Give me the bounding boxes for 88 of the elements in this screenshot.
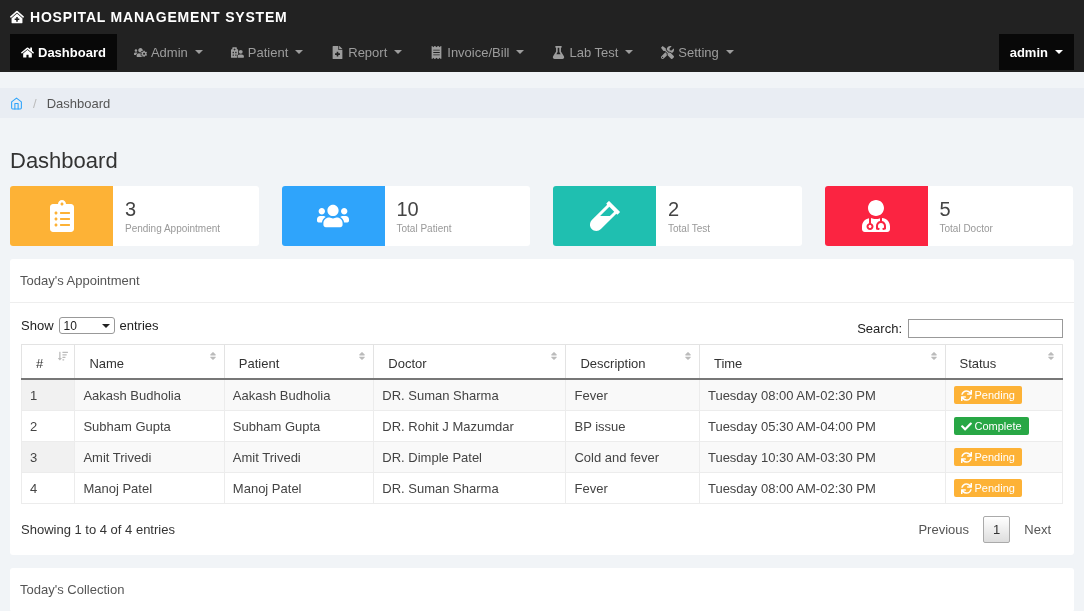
status-badge: Pending — [953, 479, 1022, 497]
nav-item[interactable]: Admin — [122, 34, 214, 70]
caret-icon — [295, 50, 304, 54]
panel-title: Today's Appointment — [10, 259, 1074, 303]
panel-title: Today's Collection — [10, 568, 1074, 611]
hospital-home-icon — [10, 10, 24, 24]
page-title: Dashboard — [10, 148, 119, 174]
table-cell: Fever — [566, 379, 700, 411]
user-menu[interactable]: admin — [998, 34, 1074, 70]
home-icon[interactable] — [10, 96, 23, 110]
table-info: Showing 1 to 4 of 4 entries — [21, 522, 175, 537]
stat-label: Total Test — [668, 223, 711, 234]
stat-label: Total Doctor — [939, 223, 993, 234]
table-cell: DR. Rohit J Mazumdar — [373, 410, 566, 442]
table-cell: BP issue — [566, 410, 700, 442]
search-label: Search: — [857, 321, 902, 336]
table-cell: Cold and fever — [566, 441, 700, 473]
next-link[interactable]: Next — [1012, 516, 1063, 543]
table-cell: 4 — [21, 472, 75, 504]
status-badge: Complete — [953, 417, 1029, 435]
table-cell: Tuesday 10:30 AM-03:30 PM — [699, 441, 945, 473]
stat-label: Pending Appointment — [125, 223, 221, 234]
stat-value: 10 — [396, 198, 420, 221]
status-badge: Pending — [953, 448, 1022, 466]
refresh-icon — [960, 482, 972, 494]
stat-value: 3 — [125, 198, 138, 221]
table-cell: Tuesday 08:00 AM-02:30 PM — [699, 472, 945, 504]
table-cell: 3 — [21, 441, 75, 473]
entries-label: entries — [119, 318, 159, 333]
nav-item[interactable]: Invoice/Bill — [419, 34, 536, 70]
table-cell: Amit Trivedi — [224, 441, 374, 473]
receipt-icon — [430, 45, 444, 59]
refresh-icon — [960, 451, 972, 463]
stat-value: 2 — [668, 198, 681, 221]
app-title: HOSPITAL MANAGEMENT SYSTEM — [30, 9, 288, 25]
table-cell: Aakash Budholia — [224, 379, 374, 411]
sort-icon — [549, 351, 560, 361]
nav-item[interactable]: Lab Test — [541, 34, 645, 70]
table-cell: Tuesday 08:00 AM-02:30 PM — [699, 379, 945, 411]
doctor-icon — [860, 200, 892, 232]
sort-icon — [928, 351, 939, 361]
nav-item[interactable]: Setting — [650, 34, 745, 70]
breadcrumb-separator: / — [33, 95, 37, 111]
table-cell: 2 — [21, 410, 75, 442]
caret-icon — [725, 50, 734, 54]
caret-icon — [394, 50, 403, 54]
table-cell: Subham Gupta — [74, 410, 225, 442]
page-button[interactable]: 1 — [983, 516, 1011, 543]
tools-icon — [661, 45, 675, 59]
breadcrumb-item: Dashboard — [46, 95, 111, 111]
status-badge: Pending — [953, 386, 1022, 404]
table-cell: 1 — [21, 379, 75, 411]
home-icon — [21, 45, 34, 59]
table-cell: Tuesday 05:30 AM-04:00 PM — [699, 410, 945, 442]
sort-icon — [1046, 351, 1056, 361]
table-cell: DR. Dimple Patel — [373, 441, 566, 473]
caret-icon — [516, 50, 525, 54]
table-cell: Fever — [566, 472, 700, 504]
caret-icon — [194, 50, 203, 54]
stat-label: Total Patient — [396, 223, 452, 234]
refresh-icon — [960, 389, 972, 401]
show-label: Show — [21, 318, 54, 333]
table-cell: Amit Trivedi — [74, 441, 225, 473]
stat-value: 5 — [939, 198, 952, 221]
table-cell: Aakash Budholia — [74, 379, 225, 411]
nav-item[interactable]: Report — [320, 34, 414, 70]
hospital-user-icon — [230, 45, 244, 59]
search-field[interactable] — [908, 319, 1063, 338]
table-cell: Manoj Patel — [224, 472, 374, 504]
sort-icon — [682, 351, 693, 361]
nav-item[interactable]: Dashboard — [10, 34, 117, 70]
table-cell: DR. Suman Sharma — [373, 379, 566, 411]
caret-icon — [625, 50, 634, 54]
nav-item[interactable]: Patient — [219, 34, 315, 70]
test-tube-icon — [588, 200, 621, 232]
flask-icon — [552, 45, 566, 59]
sort-icon — [357, 351, 368, 361]
file-medical-icon — [331, 45, 345, 59]
sort-icon — [58, 351, 69, 361]
caret-icon — [1055, 50, 1063, 54]
check-icon — [960, 420, 972, 432]
users-gear-icon — [133, 45, 147, 59]
page-size-select[interactable]: 10 — [58, 317, 115, 334]
table-cell: Subham Gupta — [224, 410, 374, 442]
sort-icon — [207, 351, 218, 361]
table-cell: DR. Suman Sharma — [373, 472, 566, 504]
previous-link[interactable]: Previous — [906, 516, 982, 543]
table-cell: Manoj Patel — [74, 472, 225, 504]
